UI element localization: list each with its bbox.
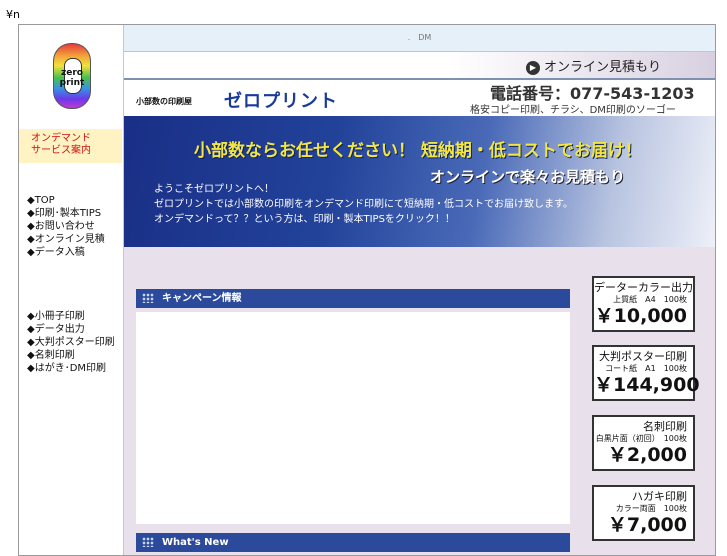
- campaign-title: キャンペーン情報: [162, 293, 242, 304]
- shop-subtitle: 小部数の印刷屋: [136, 97, 192, 106]
- logo-text-line1: zero: [61, 68, 83, 78]
- logo-text: zero print: [54, 68, 90, 88]
- hero-banner: 小部数ならお任せください！ 短納期・低コストでお届け！ オンラインで楽々お見積も…: [124, 116, 715, 247]
- sidebar-item-data-output[interactable]: ◆データ出力: [27, 323, 115, 336]
- sidebar-item-business-card[interactable]: ◆名刺印刷: [27, 349, 115, 362]
- zeroprint-logo[interactable]: zero print: [53, 43, 91, 109]
- sidebar-item-booklet[interactable]: ◆小冊子印刷: [27, 310, 115, 323]
- top-bar-text: . DM: [407, 33, 432, 42]
- page-frame: zero print オンデマンド サービス案内 ◆TOP ◆印刷･製本TIPS…: [18, 24, 716, 556]
- sidebar-menu-services: ◆小冊子印刷 ◆データ出力 ◆大判ポスター印刷 ◆名刺印刷 ◆はがき･DM印刷: [27, 310, 115, 375]
- site-header: ▶ オンライン見積もり 小部数の印刷屋 ゼロプリント 電話番号：077-543-1…: [124, 52, 715, 116]
- whats-new-title: What's New: [162, 537, 229, 548]
- sidebar-item-tips[interactable]: ◆印刷･製本TIPS: [27, 207, 105, 220]
- online-estimate-label: オンライン見積もり: [544, 60, 662, 75]
- price-card-business-card[interactable]: 名刺印刷 白黒片面（初回） 100枚 ￥2,000: [592, 415, 695, 471]
- price-card-poster[interactable]: 大判ポスター印刷 コート紙 A1 100枚 ￥144,900: [592, 345, 700, 401]
- grid-bullet-icon: [142, 293, 154, 303]
- price-card-price: ￥10,000: [594, 305, 687, 327]
- price-card-price: ￥2,000: [607, 444, 687, 466]
- price-card-spec: カラー両面 100枚: [615, 504, 687, 513]
- banner-body-line3: オンデマンドって？？という方は、印刷・製本TIPSをクリック！！: [154, 214, 455, 225]
- campaign-body: [136, 312, 570, 524]
- price-card-price: ￥7,000: [607, 514, 687, 536]
- price-card-title: ハガキ印刷: [632, 490, 687, 503]
- price-card-postcard[interactable]: ハガキ印刷 カラー両面 100枚 ￥7,000: [592, 485, 695, 541]
- price-card-title: データーカラー出力: [594, 281, 693, 294]
- play-arrow-icon: ▶: [526, 60, 540, 75]
- header-tagline: 格安コピー印刷、チラシ、DM印刷のソーゴー: [470, 105, 676, 116]
- banner-headline: 小部数ならお任せください！ 短納期・低コストでお届け！: [194, 141, 642, 161]
- grid-bullet-icon: [142, 537, 154, 547]
- sidebar-item-online-estimate[interactable]: ◆オンライン見積: [27, 233, 105, 246]
- banner-body: ようこそゼロプリントへ！ ゼロプリントでは小部数の印刷をオンデマンド印刷にて短納…: [154, 182, 573, 227]
- sidebar-item-data-upload[interactable]: ◆データ入稿: [27, 246, 105, 259]
- campaign-header: キャンペーン情報: [136, 289, 570, 308]
- whats-new-header: What's New: [136, 533, 570, 552]
- price-card-spec: 上質紙 A4 100枚: [613, 295, 687, 304]
- ondemand-service-link[interactable]: オンデマンド サービス案内: [19, 129, 122, 163]
- top-bar: . DM: [124, 25, 715, 52]
- shop-name[interactable]: ゼロプリント: [224, 87, 338, 113]
- price-card-price: ￥144,900: [594, 374, 700, 396]
- price-card-title: 名刺印刷: [643, 420, 687, 433]
- sidebar: zero print オンデマンド サービス案内 ◆TOP ◆印刷･製本TIPS…: [19, 25, 124, 555]
- sidebar-item-contact[interactable]: ◆お問い合わせ: [27, 220, 105, 233]
- sidebar-item-poster[interactable]: ◆大判ポスター印刷: [27, 336, 115, 349]
- sidebar-item-postcard[interactable]: ◆はがき･DM印刷: [27, 362, 115, 375]
- online-estimate-button[interactable]: ▶ オンライン見積もり: [526, 56, 662, 75]
- ondemand-line2: サービス案内: [31, 145, 91, 156]
- banner-body-line1: ようこそゼロプリントへ！: [154, 184, 274, 195]
- logo-text-line2: print: [59, 78, 85, 88]
- banner-body-line2: ゼロプリントでは小部数の印刷をオンデマンド印刷にて短納期・低コストでお届け致しま…: [154, 199, 573, 210]
- ondemand-line1: オンデマンド: [31, 133, 91, 144]
- sidebar-menu-main: ◆TOP ◆印刷･製本TIPS ◆お問い合わせ ◆オンライン見積 ◆データ入稿: [27, 194, 105, 259]
- price-card-title: 大判ポスター印刷: [599, 350, 687, 363]
- price-card-spec: 白黒片面（初回） 100枚: [595, 434, 687, 443]
- corner-text: ¥n: [6, 8, 20, 21]
- price-card-color-output[interactable]: データーカラー出力 上質紙 A4 100枚 ￥10,000: [592, 276, 695, 332]
- sidebar-item-top[interactable]: ◆TOP: [27, 194, 105, 207]
- price-card-spec: コート紙 A1 100枚: [605, 364, 687, 373]
